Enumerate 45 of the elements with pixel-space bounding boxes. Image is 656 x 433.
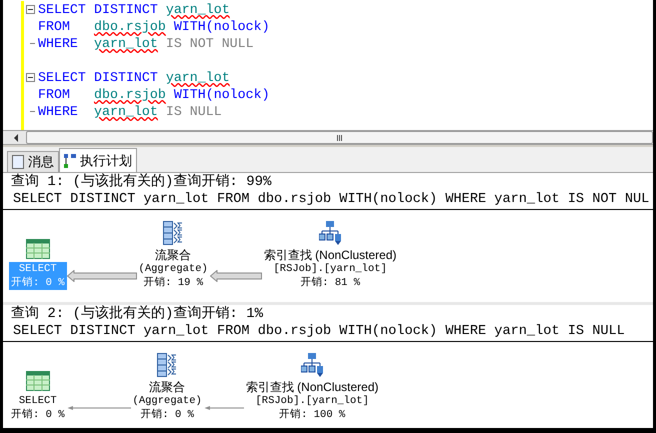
collapse-icon[interactable] [26, 73, 35, 82]
document-icon [12, 155, 24, 169]
code-token: WHERE [38, 35, 79, 52]
query-cost-header: 查询 1: (与该批有关的)查询开销: 99% [10, 173, 272, 191]
code-token: yarn_lot [166, 69, 230, 86]
code-token: SELECT [38, 1, 87, 18]
tab[interactable]: 消息 [7, 151, 59, 172]
code-token: dbo.rsjob [94, 86, 166, 103]
code-token: FROM [38, 86, 71, 103]
code-token: SELECT [38, 69, 87, 86]
code-token: WHERE [38, 103, 79, 120]
plan-node-label[interactable]: 索引查找 (NonClustered) [RSJob].[yarn_lot] 开销: 81 % [262, 248, 399, 290]
query-cost-header: 查询 2: (与该批有关的)查询开销: 1% [10, 305, 264, 323]
code-token: yarn_lot [166, 1, 230, 18]
index-tree-icon [319, 221, 342, 245]
code-token: yarn_lot [94, 35, 158, 52]
code-token: dbo.rsjob [94, 18, 166, 35]
flow-arrow [210, 270, 262, 282]
tab[interactable]: 执行计划 [59, 148, 137, 172]
code-token: yarn_lot [94, 103, 158, 120]
code-token: IS NOT NULL [166, 35, 254, 52]
plan-node-label[interactable]: 流聚合 (Aggregate) 开销: 0 % [130, 380, 204, 422]
scrollbar-thumb[interactable] [26, 131, 653, 144]
code-token: WITH(nolock) [174, 18, 270, 35]
flow-arrow [66, 270, 137, 282]
code-token: IS NULL [166, 103, 222, 120]
index-tree-icon [301, 353, 324, 377]
code-token: DISTINCT [94, 69, 158, 86]
plan-node-label[interactable]: 流聚合 (Aggregate) 开销: 19 % [136, 248, 210, 290]
query-sql-text: SELECT DISTINCT yarn_lot FROM dbo.rsjob WITH(nolock) WHERE yarn_lot IS NOT NUL [3, 191, 653, 210]
collapse-icon[interactable] [26, 5, 35, 14]
grip-icon [337, 134, 342, 140]
table-icon [26, 239, 50, 259]
plan-node-label[interactable]: SELECT 开销: 0 % [9, 394, 67, 422]
plan-icon [64, 154, 76, 168]
fold-end-mark [30, 111, 35, 112]
code-token: DISTINCT [94, 1, 158, 18]
aggregate-icon [163, 221, 184, 245]
table-icon [26, 371, 50, 391]
fold-end-mark [30, 43, 35, 44]
query-sql-text: SELECT DISTINCT yarn_lot FROM dbo.rsjob WITH(nolock) WHERE yarn_lot IS NULL [3, 323, 653, 342]
aggregate-icon [157, 353, 178, 377]
code-token: WITH(nolock) [174, 86, 270, 103]
code-token: FROM [38, 18, 71, 35]
plan-node-label[interactable]: 索引查找 (NonClustered) [RSJob].[yarn_lot] 开销: 100 % [244, 380, 381, 422]
